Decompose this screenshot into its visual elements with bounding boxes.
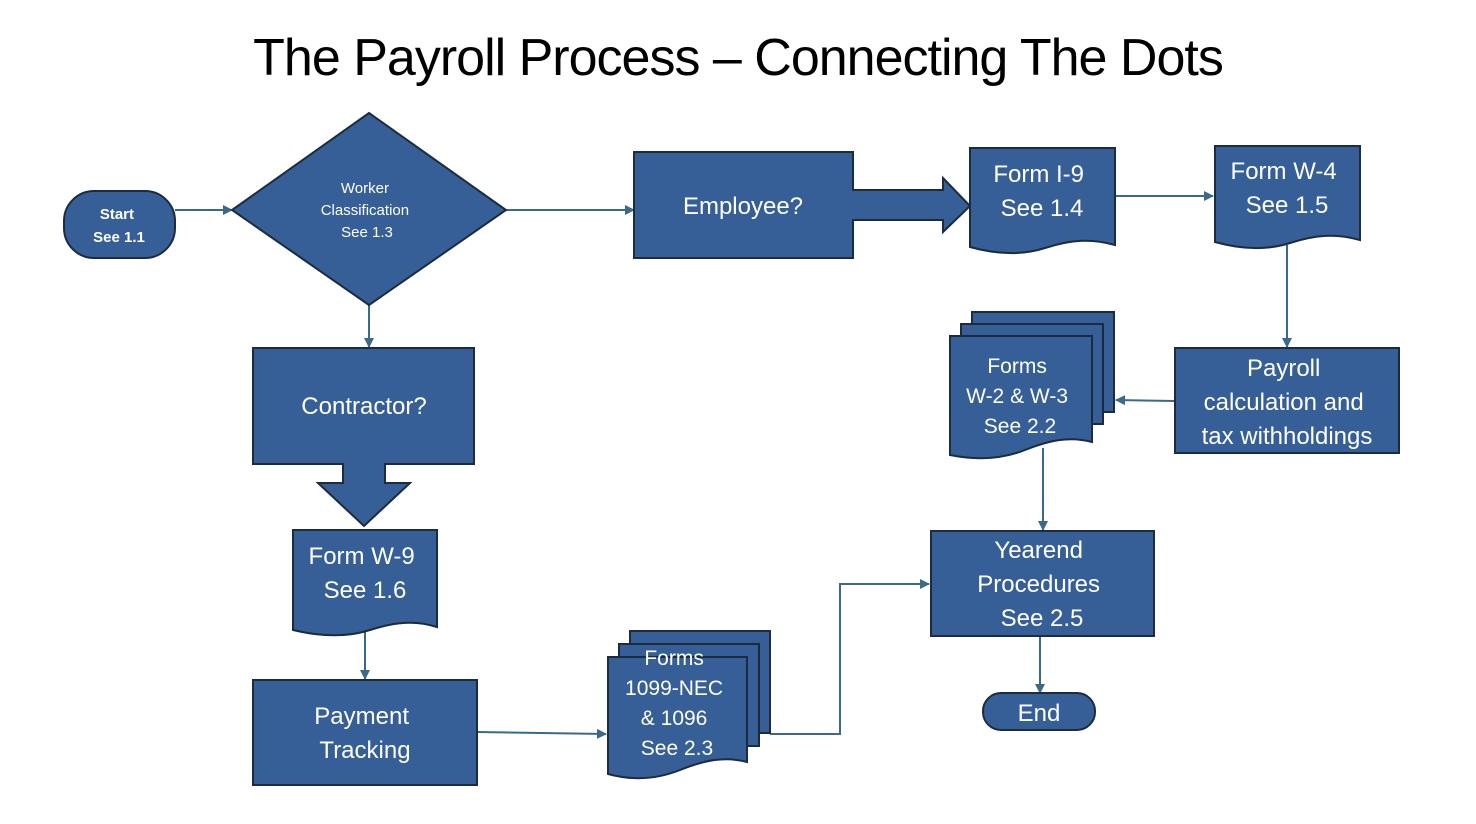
node-worker-classification[interactable]: Worker Classification See 1.3 (230, 111, 508, 307)
node-payment-line: Payment (314, 703, 409, 730)
node-form-i9-line: See 1.4 (1001, 195, 1084, 222)
node-yearend-line: See 2.5 (1001, 605, 1084, 632)
node-contractor[interactable]: Contractor? (252, 347, 475, 528)
node-1099-line: & 1096 (641, 707, 708, 730)
node-classification-line: Classification (321, 202, 409, 219)
node-forms-1099[interactable]: Forms 1099-NEC & 1096 See 2.3 (607, 630, 771, 780)
node-payroll-calculation[interactable]: Payroll calculation and tax withholdings (1174, 347, 1400, 454)
node-form-w4[interactable]: Form W-4 See 1.5 (1214, 145, 1361, 250)
node-start-line: Start (100, 206, 134, 223)
node-w2w3-line: W-2 & W-3 (966, 385, 1068, 408)
node-start[interactable]: Start See 1.1 (63, 190, 176, 259)
node-classification-line: See 1.3 (341, 224, 393, 241)
edge-payment-to-1099 (476, 728, 607, 739)
svg-text:Employee?: Employee? (683, 193, 803, 220)
edge-payroll-to-w2w3 (1115, 395, 1176, 406)
node-payment-line: Tracking (319, 737, 410, 764)
node-1099-line: 1099-NEC (625, 677, 723, 700)
node-form-w4-line: See 1.5 (1246, 192, 1329, 219)
node-form-w9-line: See 1.6 (324, 577, 407, 604)
node-w2w3-line: Forms (987, 355, 1047, 378)
node-forms-w2-w3[interactable]: Forms W-2 & W-3 See 2.2 (949, 311, 1115, 460)
node-start-line: See 1.1 (93, 229, 145, 246)
node-end[interactable]: End (982, 692, 1096, 731)
node-1099-line: See 2.3 (641, 737, 713, 760)
node-form-i9-line: Form I-9 (993, 161, 1084, 188)
node-yearend-line: Yearend (994, 537, 1083, 564)
node-payroll-line: calculation and (1204, 389, 1364, 416)
node-form-w4-line: Form W-4 (1231, 158, 1337, 185)
edge-1099-to-yearend (770, 579, 930, 735)
node-yearend-line: Procedures (977, 571, 1100, 598)
node-form-w9[interactable]: Form W-9 See 1.6 (292, 529, 438, 637)
svg-text:End: End (1018, 700, 1061, 727)
node-payroll-line: Payroll (1247, 355, 1320, 382)
node-payroll-line: tax withholdings (1202, 423, 1373, 450)
node-form-i9[interactable]: Form I-9 See 1.4 (969, 147, 1116, 255)
flowchart: Start See 1.1 Worker Classification See … (63, 111, 1400, 786)
node-contractor-line: Contractor? (301, 393, 426, 420)
node-payment-tracking[interactable]: Payment Tracking (252, 679, 478, 786)
node-end-line: End (1018, 700, 1061, 727)
node-employee[interactable]: Employee? (633, 151, 972, 259)
node-w2w3-line: See 2.2 (984, 415, 1056, 438)
node-form-w9-line: Form W-9 (309, 543, 415, 570)
node-classification-line: Worker (341, 180, 389, 197)
node-1099-line: Forms (644, 647, 704, 670)
node-yearend-procedures[interactable]: Yearend Procedures See 2.5 (930, 530, 1155, 637)
node-employee-line: Employee? (683, 193, 803, 220)
svg-text:Contractor?: Contractor? (301, 393, 426, 420)
